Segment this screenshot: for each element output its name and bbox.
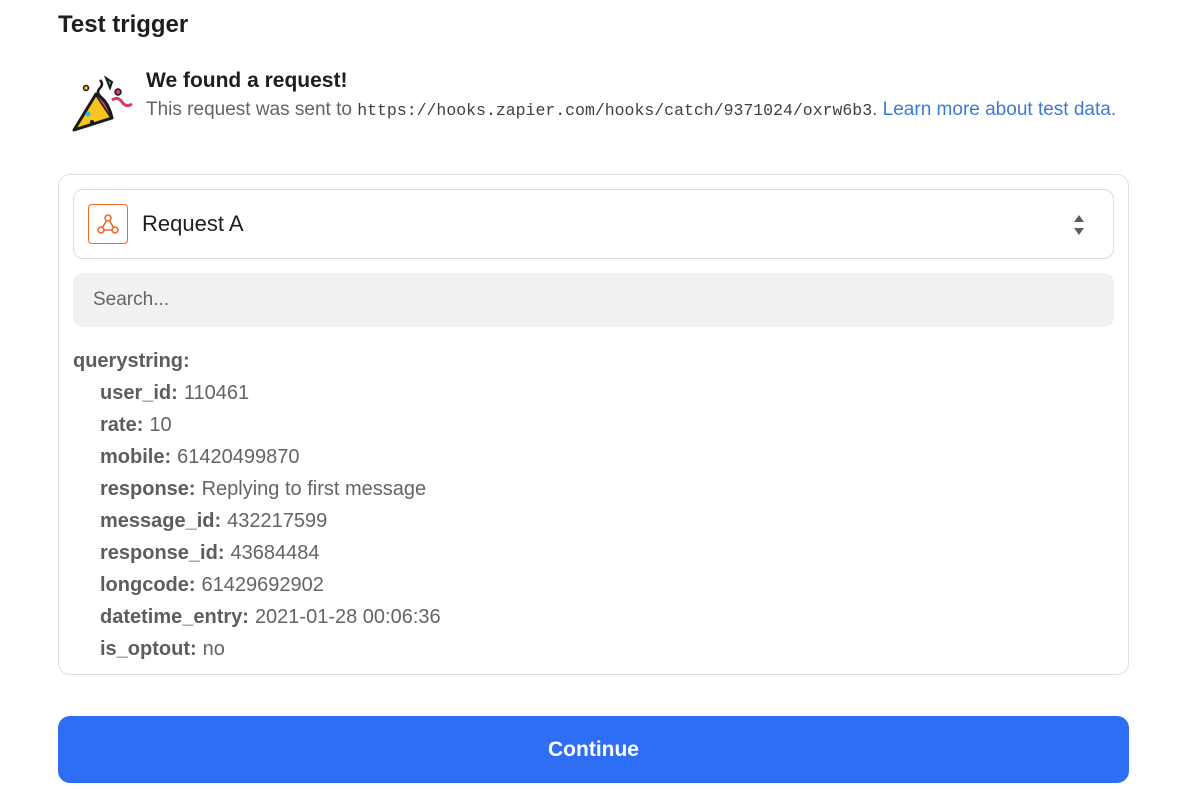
data-row: longcode: 61429692902 (100, 569, 441, 601)
description-prefix: This request was sent to (146, 99, 358, 120)
continue-button[interactable]: Continue (58, 716, 1129, 783)
data-key: user_id: (100, 382, 178, 404)
request-selector[interactable]: Request A (73, 189, 1114, 259)
data-value: 2021-01-28 00:06:36 (254, 606, 441, 628)
request-found-banner: We found a request! This request was sen… (58, 70, 1138, 142)
data-value: 61420499870 (177, 446, 300, 468)
request-selector-label: Request A (142, 211, 244, 236)
data-value: 432217599 (227, 510, 328, 532)
data-row: datetime_entry: 2021-01-28 00:06:36 (100, 601, 441, 633)
data-value: Replying to first message (201, 478, 427, 500)
data-row: user_id: 110461 (100, 377, 441, 409)
data-value: 43684484 (230, 542, 320, 564)
data-value: no (202, 638, 225, 660)
data-key: response_id: (100, 542, 225, 564)
webhook-glyph-icon (97, 214, 119, 234)
data-value: 10 (149, 414, 172, 436)
data-key: datetime_entry: (100, 606, 249, 628)
data-row: response_id: 43684484 (100, 537, 441, 569)
request-found-text: We found a request! This request was sen… (146, 70, 1121, 142)
request-data-card: Request A querystring: user_id:110461 ra… (58, 174, 1129, 675)
test-trigger-panel: Test trigger We found a request! This re… (0, 0, 1184, 789)
search-input[interactable] (73, 273, 1114, 327)
data-value: 61429692902 (201, 574, 324, 596)
data-row: message_id: 432217599 (100, 505, 441, 537)
data-row: is_optout: no (100, 633, 441, 665)
data-key: longcode: (100, 574, 196, 596)
webhook-icon (88, 204, 128, 244)
page-title: Test trigger (58, 11, 189, 38)
sort-updown-icon (1074, 215, 1084, 235)
data-key: mobile: (100, 446, 172, 468)
data-row: mobile: 61420499870 (100, 441, 441, 473)
data-key: is_optout: (100, 638, 197, 660)
data-key: response: (100, 478, 196, 500)
description-suffix: . (872, 99, 883, 120)
data-value: 110461 (183, 382, 250, 404)
webhook-url: https://hooks.zapier.com/hooks/catch/937… (357, 101, 873, 120)
data-key: rate: (100, 414, 144, 436)
request-found-heading: We found a request! (146, 69, 348, 92)
data-root-key: querystring: (73, 350, 190, 372)
request-data-tree: querystring: user_id: 110461 rate: 10 mobi… (73, 345, 441, 665)
data-key: message_id: (100, 510, 222, 532)
learn-more-link[interactable]: Learn more about test data. (883, 99, 1116, 120)
request-found-description: This request was sent to https://hooks.z… (146, 95, 1121, 125)
data-row: rate: 10 (100, 409, 441, 441)
party-popper-icon (72, 75, 133, 132)
data-row: response: Replying to first message (100, 473, 441, 505)
